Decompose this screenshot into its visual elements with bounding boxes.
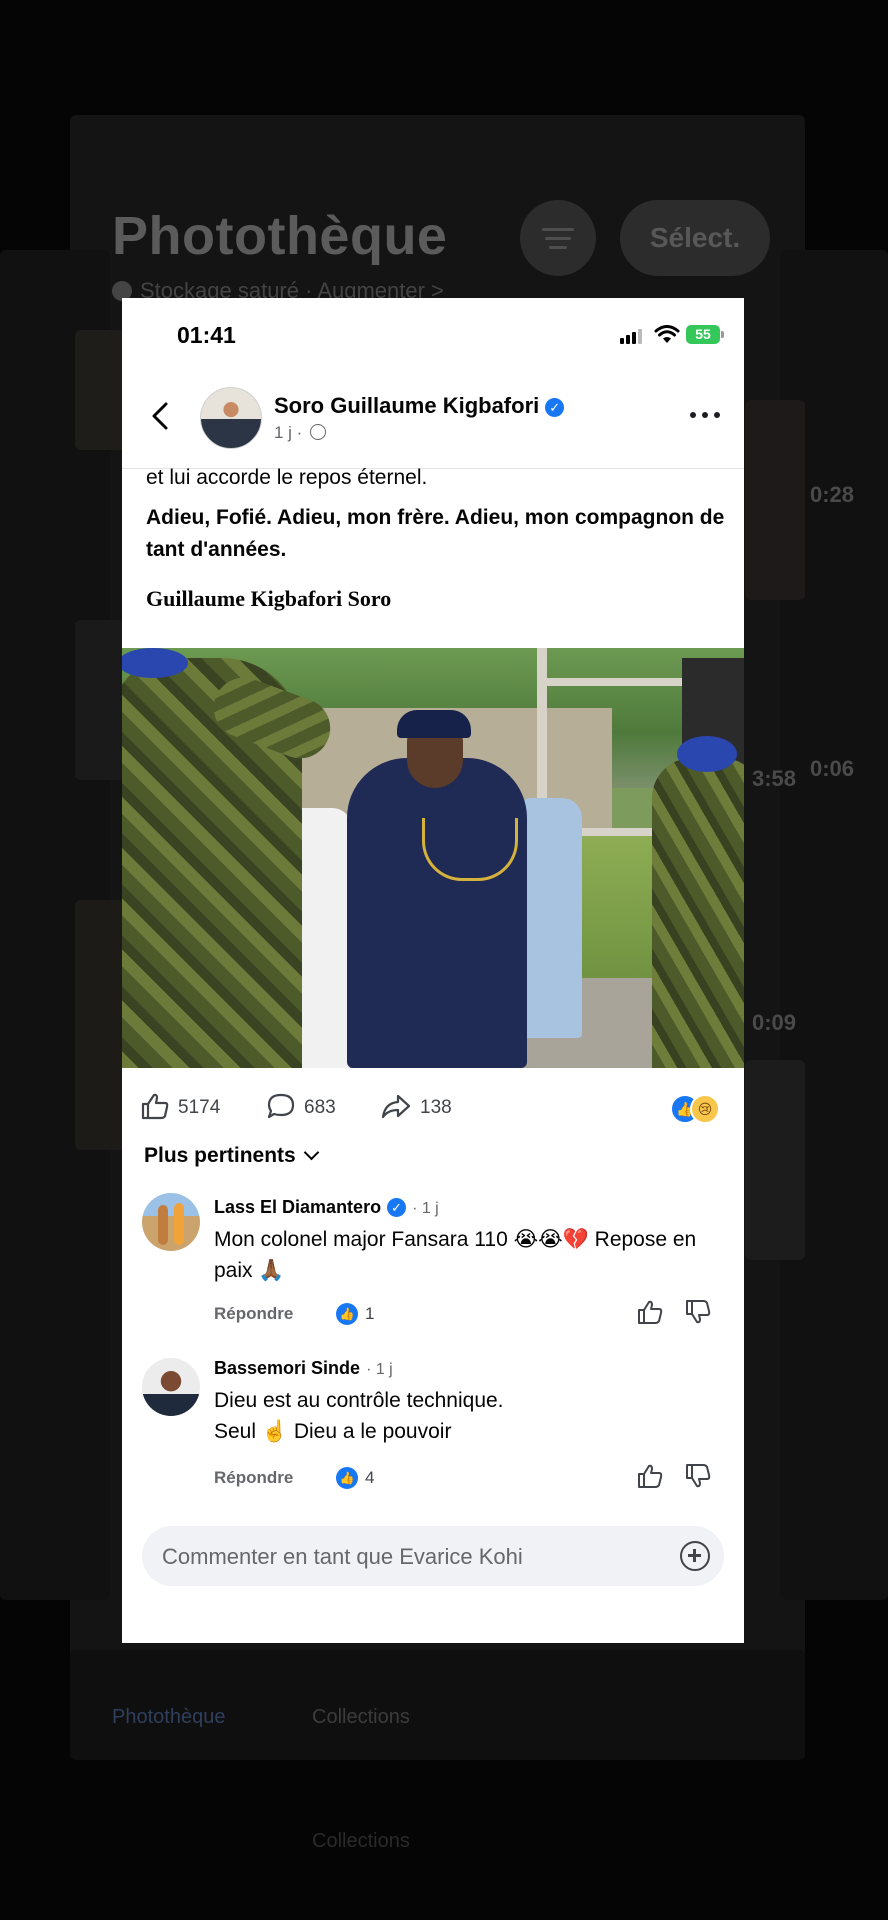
comment-text-line: Dieu est au contrôle technique. [214, 1389, 504, 1412]
post-text-farewell: Adieu, Fofié. Adieu, mon frère. Adieu, m… [146, 506, 725, 561]
comment-input-container [142, 1526, 724, 1588]
post-header: Soro Guillaume Kigbafori ✓ 1 j · [122, 370, 744, 469]
post-action-bar: 5174 683 138 👍 😢 [122, 1068, 744, 1148]
share-arrow-icon [381, 1094, 411, 1119]
bg-thumbnail [745, 1060, 805, 1260]
reply-button[interactable]: Répondre [214, 1304, 293, 1324]
bg-video-duration: 3:58 [752, 766, 797, 791]
verified-badge-icon: ✓ [545, 398, 565, 417]
comment-like-icon[interactable] [636, 1462, 664, 1490]
commenter-avatar[interactable] [142, 1193, 200, 1251]
bg-thumbnail [75, 330, 125, 450]
post-photo[interactable] [122, 648, 744, 1068]
bg-thumbnail [75, 900, 125, 1150]
comment-text-line: Seul ☝️ Dieu a le pouvoir [214, 1420, 452, 1443]
comment-like-count: 1 [365, 1304, 375, 1323]
like-reaction-icon[interactable]: 👍 [336, 1467, 358, 1489]
back-arrow-icon[interactable] [146, 396, 176, 436]
comment-text: Mon colonel major Fansara 110 😭😭💔 Repose… [214, 1228, 697, 1282]
facebook-post-screenshot: 01:41 55 Soro Guillaume Kigbafori ✓ 1 j ·… [122, 298, 744, 1643]
like-thumb-icon [141, 1093, 169, 1120]
post-meta: 1 j · [274, 423, 327, 443]
author-name[interactable]: Soro Guillaume Kigbafori ✓ [274, 393, 565, 419]
status-time: 01:41 [177, 322, 236, 348]
comment-sort-dropdown[interactable]: Plus pertinents [144, 1144, 319, 1168]
reply-button[interactable]: Répondre [214, 1468, 293, 1488]
post-text-partial: et lui accorde le repos éternel. [146, 466, 428, 489]
comment-dislike-icon[interactable] [684, 1462, 712, 1490]
comment-button[interactable]: 683 [266, 1092, 336, 1120]
battery-indicator: 55 [686, 325, 724, 344]
public-globe-icon [310, 424, 327, 440]
plus-icon[interactable] [680, 1541, 710, 1571]
more-options-icon[interactable] [690, 408, 724, 422]
bg-thumbnail [745, 400, 805, 600]
bg-photos-title: Photothèque [112, 206, 448, 266]
comment-dislike-icon[interactable] [684, 1298, 712, 1326]
author-avatar[interactable] [200, 387, 262, 449]
bg-bottom-bar [70, 1650, 805, 1760]
comment-like-icon[interactable] [636, 1298, 664, 1326]
bg-select-button: Sélect. [620, 200, 770, 276]
commenter-name[interactable]: Lass El Diamantero ✓ · 1 j [214, 1197, 439, 1218]
bg-filter-button [520, 200, 596, 276]
chevron-down-icon [303, 1144, 319, 1161]
comment-text: Dieu est au contrôle technique. Seul ☝️ … [214, 1385, 724, 1447]
post-signature: Guillaume Kigbafori Soro [146, 586, 392, 611]
bg-video-duration: 0:28 [810, 482, 855, 507]
bg-tab-collections: Collections [312, 1706, 410, 1728]
comment-input[interactable] [160, 1526, 664, 1588]
wifi-icon [654, 325, 680, 343]
comment-bubble-icon [267, 1093, 295, 1119]
share-button[interactable]: 138 [380, 1092, 452, 1120]
commenter-name[interactable]: Bassemori Sinde · 1 j [214, 1358, 393, 1379]
bg-thumbnail [75, 620, 125, 780]
sad-reaction-icon[interactable]: 😢 [690, 1094, 720, 1124]
like-reaction-icon[interactable]: 👍 [336, 1303, 358, 1325]
bg-video-duration: 0:06 [810, 756, 855, 781]
status-bar: 01:41 55 [122, 298, 744, 370]
post-text: et lui accorde le repos éternel. Adieu, … [146, 466, 726, 612]
bg-video-duration: 0:09 [752, 1010, 797, 1035]
like-button[interactable]: 5174 [140, 1092, 220, 1120]
comment-like-count: 4 [365, 1468, 375, 1487]
bg-tab-library: Photothèque [112, 1706, 226, 1728]
bg-tab-collections: Collections [312, 1830, 410, 1852]
verified-badge-icon: ✓ [387, 1198, 407, 1217]
commenter-avatar[interactable] [142, 1358, 200, 1416]
cellular-signal-icon [620, 328, 646, 344]
